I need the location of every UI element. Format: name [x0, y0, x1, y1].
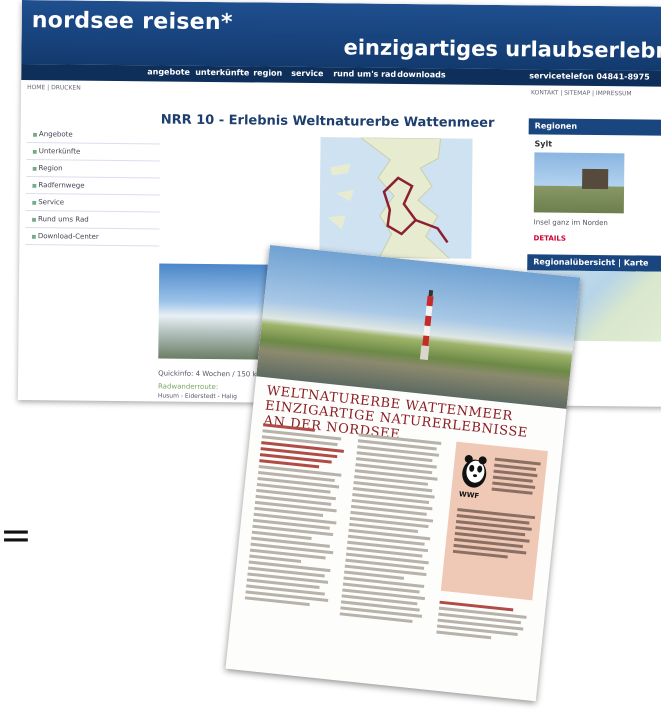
- meta-links[interactable]: KONTAKT | SITEMAP | IMPRESSUM: [531, 89, 632, 97]
- lighthouse-icon: [419, 289, 434, 361]
- sidebar-item-radfernwege[interactable]: Radfernwege: [25, 177, 161, 196]
- sidebar-item-angebote[interactable]: Angebote: [26, 126, 161, 145]
- region-photo[interactable]: [533, 152, 625, 214]
- nav-item-unterkuenfte[interactable]: unterkünfte: [195, 68, 249, 78]
- brochure-column-1: [244, 423, 349, 611]
- brochure-column-2: [339, 433, 444, 627]
- nav-item-service[interactable]: service: [291, 69, 323, 78]
- wwf-label: WWF: [458, 490, 480, 501]
- sidebar-item-region[interactable]: Region: [26, 160, 161, 179]
- service-phone: servicetelefon 04841-8975: [529, 71, 650, 82]
- wwf-box-body: [452, 508, 536, 564]
- nav-item-downloads[interactable]: downloads: [397, 70, 446, 80]
- page-title: NRR 10 - Erlebnis Weltnaturerbe Wattenme…: [160, 112, 495, 131]
- wwf-box-text: [491, 457, 541, 499]
- nav-item-angebote[interactable]: angebote: [147, 67, 190, 76]
- brochure-column-3: [436, 600, 531, 646]
- region-details-link[interactable]: DETAILS: [527, 228, 661, 250]
- map-header: Regionalübersicht | Karte: [527, 254, 661, 272]
- regions-header: Regionen: [528, 118, 661, 136]
- region-name: Sylt: [534, 139, 553, 149]
- sidebar-item-rund-ums-rad[interactable]: Rund ums Rad: [25, 211, 160, 230]
- sidebar-item-service[interactable]: Service: [25, 194, 160, 213]
- breadcrumb[interactable]: HOME | DRUCKEN: [27, 84, 81, 92]
- sidebar-item-download-center[interactable]: Download-Center: [25, 228, 160, 247]
- route-stops: Husum - Eiderstedt - Halig: [157, 392, 238, 401]
- nav-item-region[interactable]: region: [253, 68, 282, 77]
- route-map-icon[interactable]: [319, 137, 473, 260]
- quickinfo-caption: Quickinfo: 4 Wochen / 150 km: [158, 369, 264, 379]
- wwf-panda-icon: [462, 454, 487, 488]
- sidebar: Angebote Unterkünfte Region Radfernwege …: [25, 126, 161, 247]
- site-header: nordsee reisen* einzigartiges urlaubserl…: [21, 0, 661, 71]
- nav-item-rund-ums-rad[interactable]: rund um's rad: [333, 69, 396, 79]
- site-tagline: einzigartiges urlaubserlebnis: [343, 35, 661, 63]
- route-label: Radwanderroute:: [157, 382, 219, 392]
- site-brand[interactable]: nordsee reisen*: [32, 8, 233, 35]
- brochure-page: Weltnaturerbe Wattenmeer einzigartige Na…: [225, 245, 581, 702]
- equals-glyph: =: [0, 513, 32, 557]
- wwf-info-box: WWF: [440, 441, 548, 601]
- sidebar-item-unterkuenfte[interactable]: Unterkünfte: [26, 143, 161, 162]
